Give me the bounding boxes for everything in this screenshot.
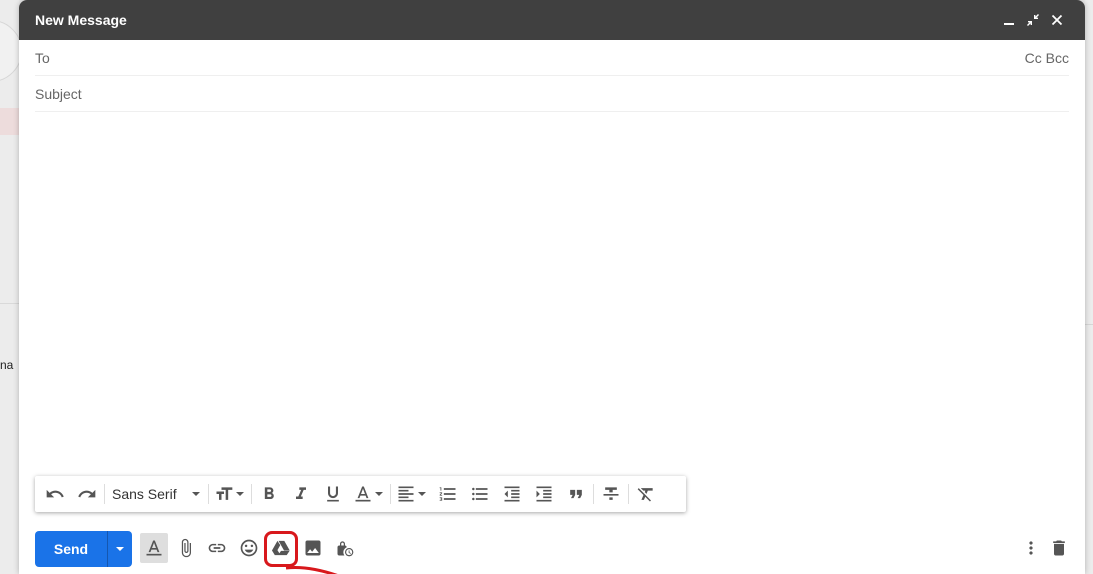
cc-link[interactable]: Cc: [1025, 50, 1042, 66]
google-drive-button[interactable]: [266, 533, 296, 563]
remove-formatting-icon: [637, 488, 653, 502]
bcc-link[interactable]: Bcc: [1046, 50, 1069, 66]
exit-fullscreen-icon: [1027, 14, 1039, 26]
underline-button[interactable]: [317, 478, 349, 510]
bold-icon: [264, 487, 274, 499]
numbered-list-button[interactable]: [432, 478, 464, 510]
insert-emoji-icon: [240, 539, 258, 557]
discard-draft-icon: [1053, 540, 1065, 556]
background-divider-right: [1085, 324, 1093, 325]
send-button[interactable]: Send: [35, 531, 107, 567]
indent-less-button[interactable]: [496, 478, 528, 510]
bulleted-list-icon: [471, 487, 488, 501]
italic-icon: [295, 487, 306, 499]
toolbar-separator: [592, 484, 594, 504]
background-highlight-row: [0, 108, 19, 135]
strikethrough-icon: [603, 487, 619, 500]
attach-files-icon: [181, 538, 191, 558]
italic-button[interactable]: [285, 478, 317, 510]
toolbar-separator: [250, 484, 252, 504]
quote-icon: [569, 489, 582, 499]
close-button[interactable]: [1045, 8, 1069, 32]
toolbar-separator: [627, 484, 629, 504]
undo-icon: [46, 489, 64, 498]
font-size-button[interactable]: [210, 478, 250, 510]
insert-link-icon: [208, 543, 226, 553]
schedule-send-button[interactable]: [107, 531, 132, 567]
text-color-button[interactable]: [349, 478, 389, 510]
undo-button[interactable]: [39, 478, 71, 510]
indent-less-icon: [504, 486, 520, 502]
background-partial-text: na: [0, 358, 14, 372]
close-icon: [1051, 14, 1063, 26]
confidential-mode-button[interactable]: [330, 533, 360, 563]
redo-button[interactable]: [71, 478, 103, 510]
align-icon: [398, 486, 414, 502]
background-divider: [0, 303, 19, 304]
indent-more-button[interactable]: [528, 478, 560, 510]
formatting-options-button[interactable]: [140, 533, 168, 563]
strikethrough-button[interactable]: [595, 478, 627, 510]
font-family-select[interactable]: Sans Serif: [106, 478, 207, 510]
compose-title: New Message: [35, 12, 127, 28]
compose-titlebar[interactable]: New Message: [19, 0, 1085, 40]
to-label: To: [35, 49, 50, 66]
google-drive-icon: [271, 540, 290, 556]
background-page-right: [1085, 0, 1093, 574]
cc-bcc-links: Cc Bcc: [1025, 50, 1069, 66]
chevron-down-icon: [236, 492, 245, 496]
compose-window: New Message To Cc Bcc Subject Sans Serif: [19, 0, 1085, 574]
insert-photo-icon: [305, 540, 321, 556]
to-field[interactable]: To Cc Bcc: [35, 40, 1069, 76]
send-button-group: Send: [35, 531, 132, 567]
numbered-list-icon: [439, 487, 456, 501]
chevron-down-icon: [191, 492, 200, 496]
message-body[interactable]: [35, 112, 1069, 472]
insert-photo-button[interactable]: [298, 533, 328, 563]
insert-link-button[interactable]: [202, 533, 232, 563]
bold-button[interactable]: [253, 478, 285, 510]
more-options-icon: [1029, 541, 1033, 555]
chevron-down-icon: [116, 547, 124, 551]
underline-icon: [326, 486, 339, 502]
remove-formatting-button[interactable]: [630, 478, 662, 510]
attach-files-button[interactable]: [171, 533, 201, 563]
discard-draft-button[interactable]: [1044, 533, 1074, 563]
text-color-icon: [355, 486, 371, 502]
background-page: [0, 0, 19, 574]
more-options-button[interactable]: [1016, 533, 1046, 563]
subject-field[interactable]: Subject: [35, 76, 1069, 112]
exit-fullscreen-button[interactable]: [1021, 8, 1045, 32]
confidential-mode-icon: [337, 541, 354, 557]
bulleted-list-button[interactable]: [464, 478, 496, 510]
align-button[interactable]: [392, 478, 432, 510]
indent-more-icon: [536, 486, 552, 502]
chevron-down-icon: [375, 492, 384, 496]
font-size-icon: [216, 487, 233, 500]
toolbar-separator: [207, 484, 209, 504]
redo-icon: [78, 489, 96, 498]
formatting-options-icon: [146, 540, 162, 556]
insert-emoji-button[interactable]: [234, 533, 264, 563]
formatting-toolbar: Sans Serif: [35, 476, 686, 512]
toolbar-separator: [389, 484, 391, 504]
minimize-button[interactable]: [997, 8, 1021, 32]
chevron-down-icon: [418, 492, 427, 496]
subject-placeholder: Subject: [35, 85, 82, 102]
quote-button[interactable]: [560, 478, 592, 510]
toolbar-separator: [104, 484, 105, 504]
font-family-value: Sans Serif: [112, 486, 177, 502]
minimize-icon: [1004, 23, 1014, 25]
